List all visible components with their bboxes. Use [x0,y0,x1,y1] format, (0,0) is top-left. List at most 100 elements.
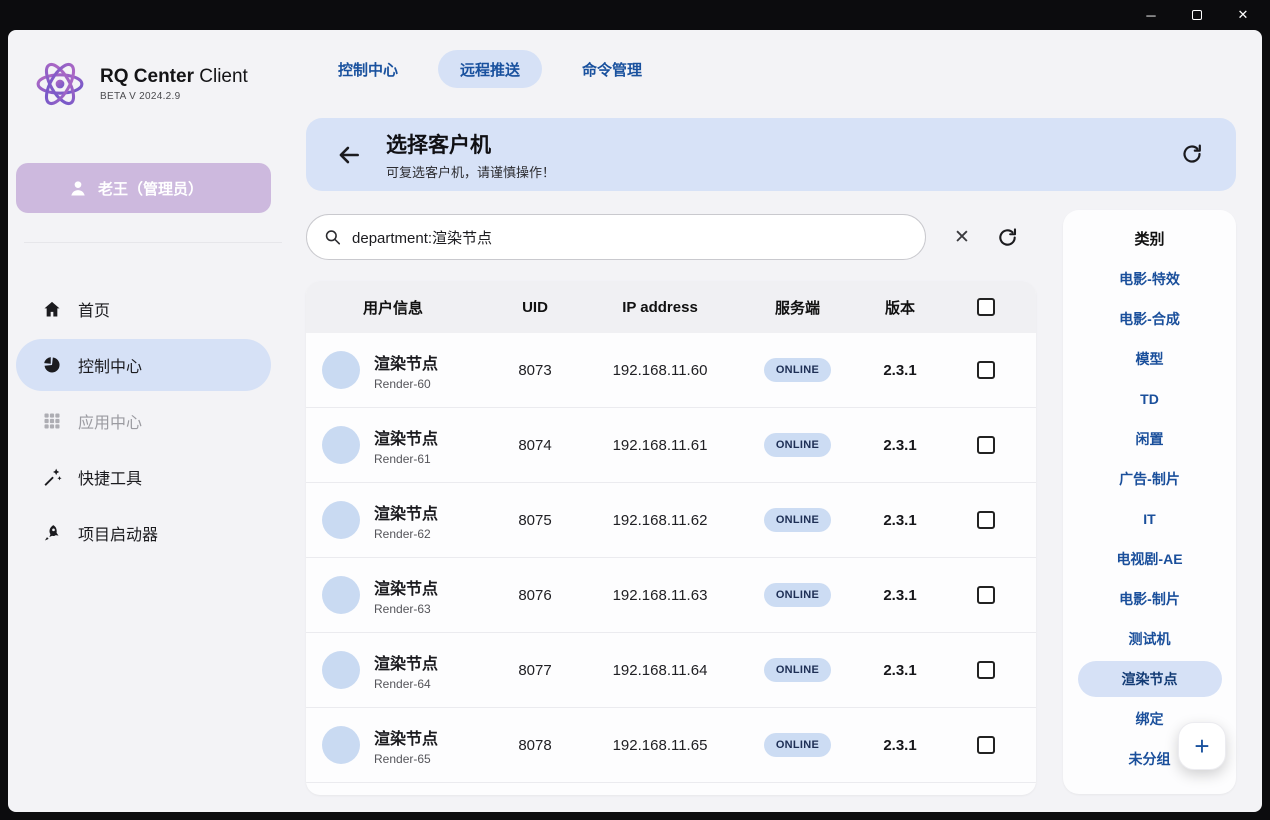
category-label: IT [1143,511,1155,527]
client-avatar [322,501,360,539]
client-ip: 192.168.11.63 [590,587,730,604]
category-item[interactable]: 测试机 [1063,619,1236,659]
sidebar-item-home[interactable]: 首页 [16,283,271,335]
header-refresh-button[interactable] [1180,142,1204,171]
sidebar: RQ Center Client BETA V 2024.2.9 老王（管理员）… [8,30,298,812]
tab-remote-push[interactable]: 远程推送 [438,50,542,88]
client-device: Render-65 [374,752,438,766]
client-name: 渲染节点 [374,725,438,749]
category-item[interactable]: 电影-合成 [1063,299,1236,339]
category-item[interactable]: 电影-制片 [1063,579,1236,619]
status-badge: ONLINE [764,358,831,382]
sidebar-item-app-center[interactable]: 应用中心 [16,395,271,447]
category-item[interactable]: 闲置 [1063,419,1236,459]
category-item[interactable]: 模型 [1063,339,1236,379]
user-icon [68,178,88,198]
row-checkbox[interactable] [977,736,995,754]
client-ip: 192.168.11.62 [590,512,730,529]
category-label: 渲染节点 [1122,669,1178,689]
top-tabs: 控制中心 远程推送 命令管理 [316,50,664,88]
app-logo-atom-icon [32,56,88,112]
tab-control-center[interactable]: 控制中心 [316,50,420,88]
page-title: 选择客户机 [386,129,555,159]
apps-grid-icon [42,411,62,431]
category-item[interactable]: TD [1063,379,1236,419]
sidebar-item-label: 应用中心 [78,409,142,433]
table-row[interactable]: 渲染节点 Render-65 8078 192.168.11.65 ONLINE… [306,708,1036,783]
client-device: Render-63 [374,602,438,616]
maximize-button[interactable] [1182,4,1212,26]
brand: RQ Center Client BETA V 2024.2.9 [32,56,248,112]
close-button[interactable]: ✕ [1228,4,1258,26]
refresh-icon [1180,142,1204,166]
table-row[interactable]: 渲染节点 Render-64 8077 192.168.11.64 ONLINE… [306,633,1036,708]
category-item[interactable]: 电视剧-AE [1063,539,1236,579]
category-item[interactable]: 广告-制片 [1063,459,1236,499]
categories-title: 类别 [1063,228,1236,249]
table-row[interactable]: 渲染节点 Render-60 8073 192.168.11.60 ONLINE… [306,333,1036,408]
titlebar[interactable]: ─ ✕ [0,0,1270,30]
search-box[interactable] [306,214,926,260]
search-icon [323,227,342,247]
app-title: RQ Center Client [100,66,248,88]
user-name: 老王（管理员） [98,178,203,199]
client-version: 2.3.1 [865,587,935,604]
category-label: 电影-合成 [1119,309,1180,329]
table-header: 用户信息 UID IP address 服务端 版本 [306,281,1036,333]
row-checkbox[interactable] [977,661,995,679]
category-label: 电影-制片 [1119,589,1180,609]
category-label: 电视剧-AE [1116,549,1182,569]
select-all-checkbox[interactable] [977,298,995,316]
client-avatar [322,351,360,389]
plus-icon: + [1194,731,1209,762]
add-button[interactable]: + [1178,722,1226,770]
category-label: 闲置 [1136,429,1164,449]
row-checkbox[interactable] [977,436,995,454]
client-uid: 8077 [480,662,590,679]
category-label: 未分组 [1129,749,1171,769]
client-ip: 192.168.11.61 [590,437,730,454]
sidebar-item-quick-tools[interactable]: 快捷工具 [16,451,271,503]
category-item[interactable]: IT [1063,499,1236,539]
table-row[interactable]: 渲染节点 Render-63 8076 192.168.11.63 ONLINE… [306,558,1036,633]
sidebar-item-control-center[interactable]: 控制中心 [16,339,271,391]
search-refresh-button[interactable] [996,226,1019,249]
column-server: 服务端 [730,297,865,318]
category-item[interactable]: 电影-特效 [1063,259,1236,299]
client-uid: 8074 [480,437,590,454]
minimize-button[interactable]: ─ [1136,4,1166,26]
client-avatar [322,426,360,464]
client-device: Render-62 [374,527,438,541]
search-input[interactable] [352,229,909,246]
client-name: 渲染节点 [374,425,438,449]
rocket-icon [42,523,62,543]
search-clear-button[interactable]: ✕ [954,226,970,249]
table-row[interactable]: 渲染节点 Render-61 8074 192.168.11.61 ONLINE… [306,408,1036,483]
user-badge[interactable]: 老王（管理员） [16,163,271,213]
category-item[interactable]: 渲染节点 [1078,661,1222,697]
header-card: 选择客户机 可复选客户机，请谨慎操作！ [306,118,1236,191]
page-subtitle: 可复选客户机，请谨慎操作！ [386,162,555,181]
client-version: 2.3.1 [865,362,935,379]
column-ip: IP address [590,299,730,316]
client-version: 2.3.1 [865,662,935,679]
back-button[interactable] [336,142,362,168]
sidebar-item-label: 项目启动器 [78,521,158,545]
category-label: 电影-特效 [1119,269,1180,289]
categories-panel: 类别 电影-特效 电影-合成 模型 [1063,210,1236,794]
main-area: 控制中心 远程推送 命令管理 选择客户机 可复选客户机，请谨慎操作！ [298,30,1262,812]
table-row[interactable]: 渲染节点 Render-62 8075 192.168.11.62 ONLINE… [306,483,1036,558]
tab-command-management[interactable]: 命令管理 [560,50,664,88]
client-device: Render-60 [374,377,438,391]
row-checkbox[interactable] [977,586,995,604]
row-checkbox[interactable] [977,361,995,379]
column-version: 版本 [865,297,935,318]
row-checkbox[interactable] [977,511,995,529]
sidebar-item-label: 控制中心 [78,353,142,377]
magic-wand-icon [42,467,62,487]
client-name: 渲染节点 [374,650,438,674]
client-name: 渲染节点 [374,500,438,524]
sidebar-item-project-launcher[interactable]: 项目启动器 [16,507,271,559]
sidebar-item-label: 快捷工具 [78,465,142,489]
column-user-info: 用户信息 [306,297,480,318]
